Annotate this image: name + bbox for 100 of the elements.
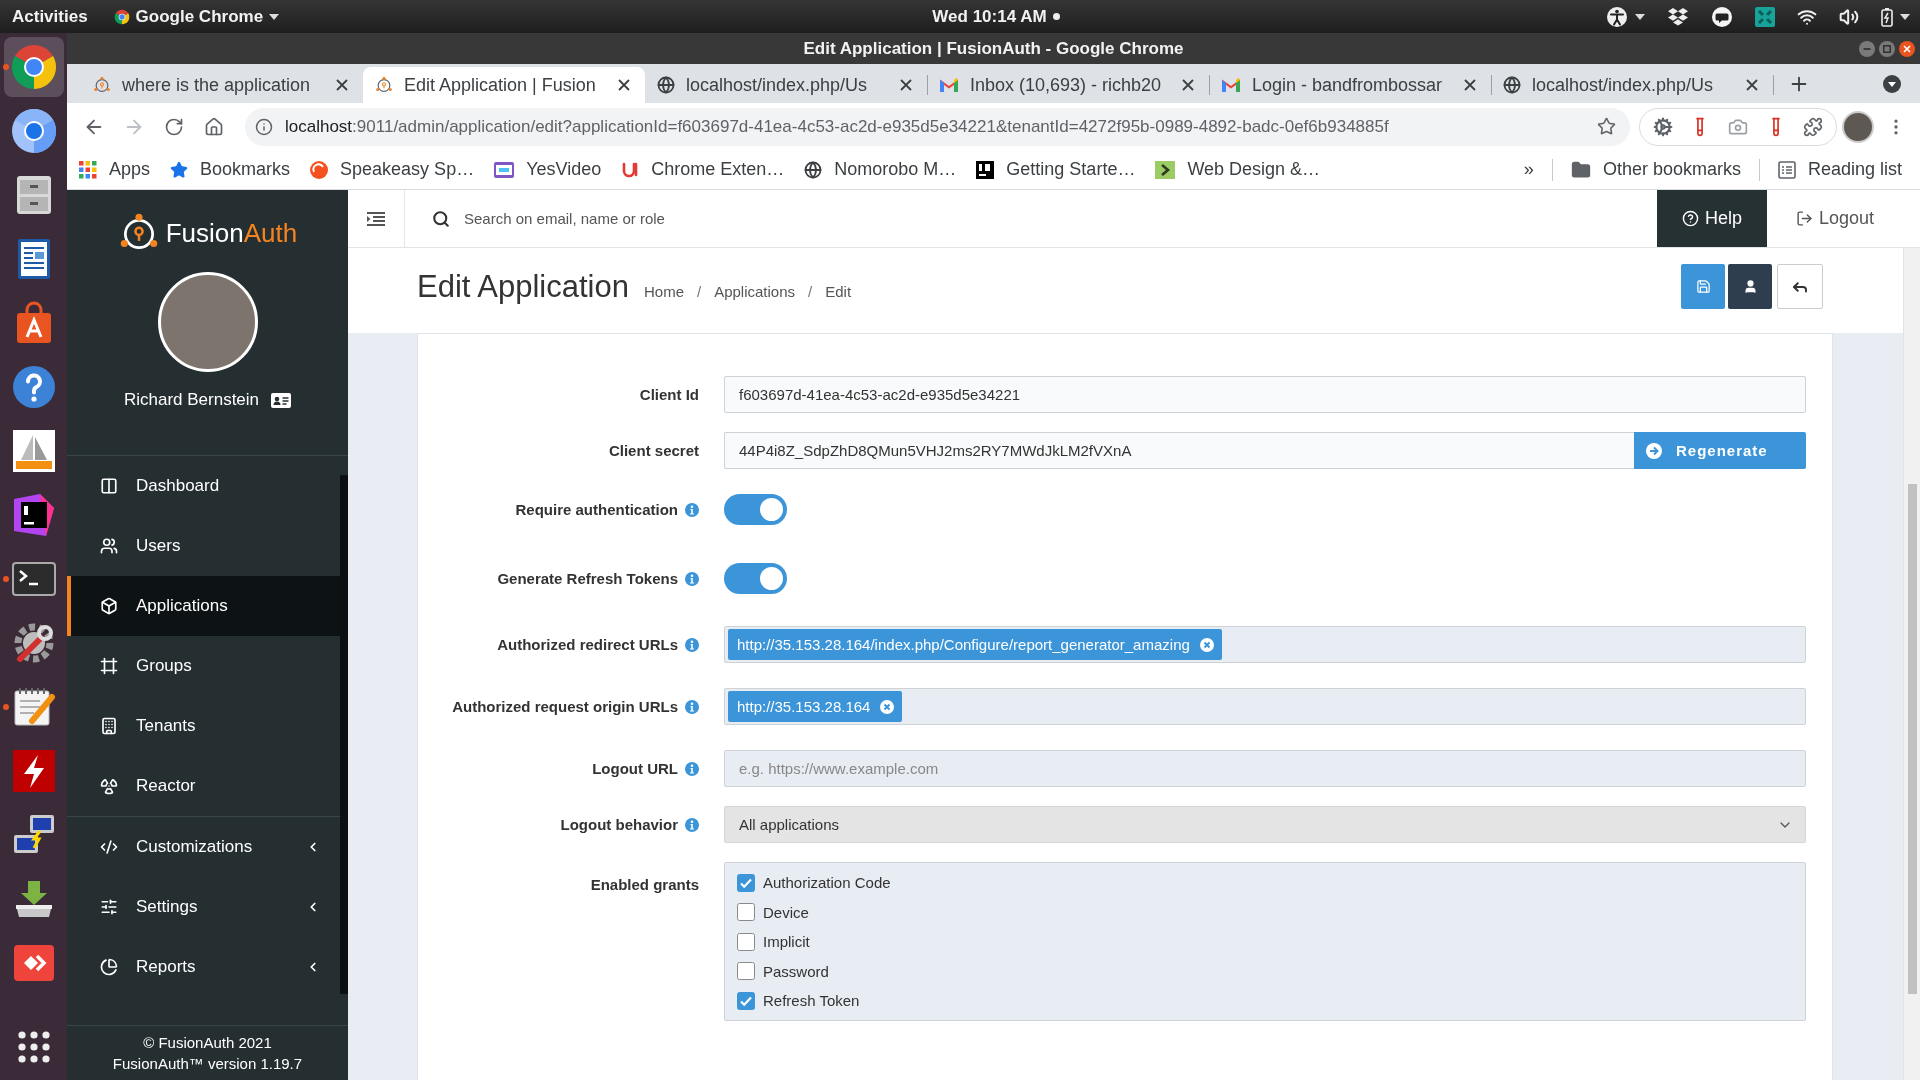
remove-icon[interactable] [880,699,895,714]
scrollbar-thumb[interactable] [340,475,348,994]
star-icon[interactable] [1597,117,1616,136]
form-label: Logout behavior [560,816,678,833]
form-label: Require authentication [515,501,678,518]
users-icon [100,537,118,555]
bookmark-item[interactable]: Apps [71,153,159,186]
nav-item[interactable]: Customizations [67,817,340,877]
browser-tab[interactable]: localhost/index.php/Us [645,67,927,103]
globe-icon [804,160,823,179]
close-icon[interactable] [335,78,349,92]
nav-item[interactable]: Dashboard [67,456,340,516]
help-button[interactable]: Help [1657,190,1767,247]
info-icon[interactable] [685,699,699,714]
caret-icon[interactable] [1635,13,1645,20]
battery-icon[interactable] [1881,6,1893,27]
bookmark-item[interactable]: Getting Starte… [968,153,1144,186]
checkbox[interactable] [737,991,755,1010]
input-field[interactable]: 44P4i8Z_SdpZhD8QMun5VHJ2ms2RY7MWdJkLM2fVXnA [724,432,1634,469]
folder-icon [1570,159,1591,180]
info-icon[interactable] [685,761,699,776]
close-icon[interactable] [1463,78,1477,92]
checkbox[interactable] [737,962,755,981]
input-field[interactable]: e.g. https://www.example.com [724,750,1806,787]
info-icon[interactable] [255,117,273,136]
input-field[interactable]: f603697d-41ea-4c53-ac2d-e935d5e34221 [724,376,1806,413]
chat-bubble-logo-icon[interactable] [1711,5,1733,28]
caret-icon[interactable] [269,13,280,20]
select-field[interactable]: All applications [724,806,1806,843]
nav-item[interactable]: Applications [67,576,340,636]
caret-icon[interactable] [1900,13,1910,20]
toggle-switch[interactable] [724,563,787,594]
search-field[interactable]: Search on email, name or role [464,210,884,227]
nav-item[interactable]: Groups [67,636,340,696]
breadcrumb-separator: / [697,282,702,300]
app-grid-icon [16,1030,51,1064]
browser-tab[interactable]: Edit Application | Fusion [363,67,645,103]
cog-icon[interactable] [1652,116,1673,137]
apps-grid-icon [79,160,97,179]
bookmark-item[interactable]: YesVideo [486,153,610,186]
bookmark-item[interactable]: Bookmarks [162,153,299,186]
tile-logo-icon[interactable] [1755,6,1775,27]
keyhole-logo-icon [375,76,393,94]
close-icon[interactable] [1181,78,1195,92]
radiation-icon [100,777,118,795]
address-field[interactable]: localhost:9011/admin/application/edit?applicationId=f603697d-41ea-4c53-ac2d-e935d5e34221&tenantId=4272f95b-0989-4892-badc-0ef6b934885f [245,107,1630,146]
minimize-icon[interactable] [1859,40,1875,57]
remove-icon[interactable] [1199,637,1214,652]
bookmark-item[interactable]: Chrome Exten… [613,153,793,186]
checkbox[interactable] [737,903,755,922]
bookmarks-overflow[interactable]: » [1515,159,1542,180]
nav-item[interactable]: Users [67,516,340,576]
globe-icon [1503,76,1521,94]
app-menu[interactable]: Google Chrome [113,6,280,27]
browser-tab[interactable]: Login - bandfrombossar [1209,67,1491,103]
building-icon [100,717,118,735]
form-label: Logout URL [592,760,678,777]
footer-text: FusionAuth™ version 1.19.7 [112,1054,303,1074]
bookmark-item[interactable]: Speakeasy Sp… [302,153,483,186]
nav-item[interactable]: Tenants [67,696,340,756]
close-icon[interactable] [1745,78,1759,92]
checkbox[interactable] [737,932,755,951]
breadcrumb-link[interactable]: Applications [714,282,796,300]
info-icon[interactable] [685,637,699,652]
page-title: Edit Application [417,268,629,305]
back-button[interactable] [1777,264,1823,309]
user-button[interactable] [1728,264,1772,309]
bookmark-item[interactable]: Web Design &… [1147,153,1329,186]
puzzle-icon[interactable] [1803,116,1824,137]
dock-button[interactable] [3,37,64,97]
bookmark-folder[interactable]: Other bookmarks [1562,153,1749,186]
close-icon[interactable] [899,78,913,92]
accessibility-icon[interactable] [1606,5,1628,28]
browser-tab[interactable]: Inbox (10,693) - richb20 [927,67,1209,103]
envelope-logo-icon [939,77,959,93]
nav-item[interactable]: Reactor [67,756,340,816]
nav-item[interactable]: Settings [67,877,340,937]
nav-item[interactable]: Reports [67,937,340,997]
browser-tab[interactable]: where is the application [81,67,363,103]
info-icon[interactable] [685,571,699,586]
breadcrumb-link[interactable]: Home [644,282,684,300]
info-icon[interactable] [685,502,699,517]
diamonds-logo-icon[interactable] [1667,6,1689,27]
close-icon[interactable] [1899,40,1915,57]
clock[interactable]: Wed 10:14 AM [932,6,1047,27]
avatar-photo[interactable] [1842,110,1874,143]
id-card-icon[interactable] [271,392,292,408]
form-label: Client Id [639,386,699,403]
browser-tab[interactable]: localhost/index.php/Us [1491,67,1773,103]
chevron-logo-icon [1155,160,1176,179]
reading-list-button[interactable]: Reading list [1769,153,1910,186]
volume-icon[interactable] [1839,6,1859,27]
search-icon [432,209,450,228]
bookmark-item[interactable]: Nomorobo M… [796,153,965,186]
scrollbar-thumb[interactable] [1907,484,1917,994]
checkbox[interactable] [737,873,755,892]
close-icon[interactable] [617,78,631,92]
activities-menu[interactable]: Activities [12,6,88,27]
info-icon[interactable] [685,817,699,832]
toggle-switch[interactable] [724,494,787,525]
